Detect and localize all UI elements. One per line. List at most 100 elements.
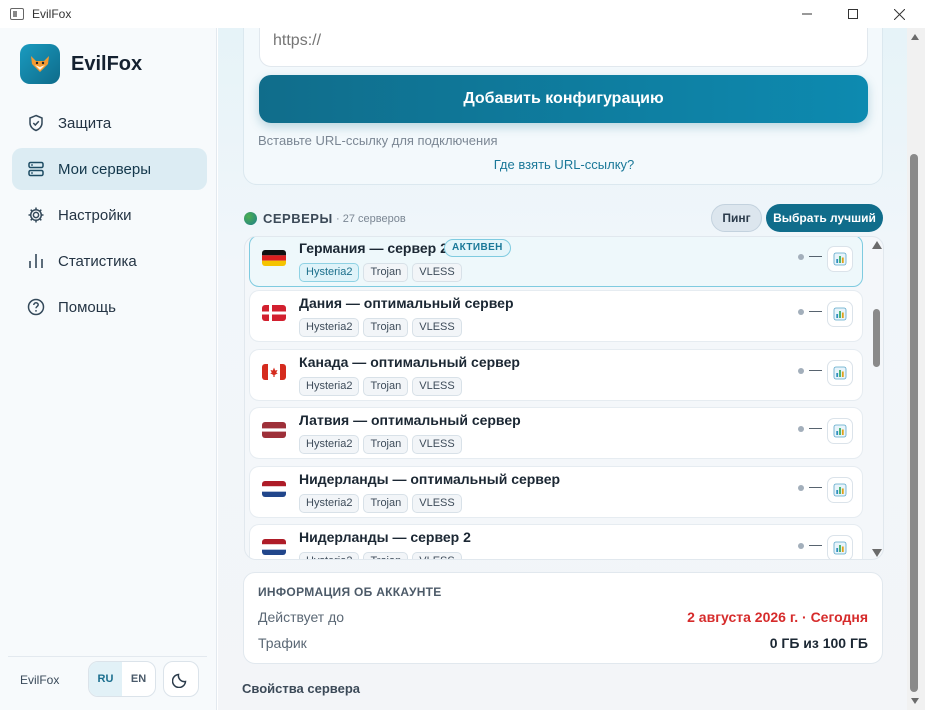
- server-stats-button[interactable]: [827, 301, 853, 327]
- server-stats-button[interactable]: [827, 246, 853, 272]
- ping-button[interactable]: Пинг: [711, 204, 762, 232]
- maximize-button[interactable]: [830, 0, 876, 28]
- gear-icon: [26, 205, 46, 225]
- protocol-tags: Hysteria2 Trojan VLESS: [299, 494, 466, 513]
- protocol-tag: Trojan: [363, 494, 409, 513]
- main-content: Добавить конфигурацию Вставьте URL-ссылк…: [218, 28, 907, 710]
- bar-chart-icon: [833, 252, 847, 266]
- scroll-down-icon[interactable]: [872, 549, 882, 557]
- protocol-tag: Trojan: [363, 435, 409, 454]
- server-stats-button[interactable]: [827, 477, 853, 503]
- server-list: Германия — сервер 2 АКТИВЕН Hysteria2 Tr…: [244, 236, 884, 560]
- sidebar-item-label: Статистика: [58, 252, 137, 270]
- bar-chart-icon: [833, 483, 847, 497]
- server-stats-button[interactable]: [827, 418, 853, 444]
- server-properties-link[interactable]: Свойства сервера: [242, 681, 360, 696]
- theme-toggle-button[interactable]: [163, 661, 199, 697]
- brand-name: EvilFox: [71, 52, 143, 75]
- protocol-tag: Hysteria2: [299, 494, 360, 513]
- add-config-button[interactable]: Добавить конфигурацию: [259, 75, 868, 123]
- sidebar-item-label: Помощь: [58, 298, 116, 316]
- active-badge: АКТИВЕН: [444, 239, 511, 257]
- sidebar-item-protection[interactable]: Защита: [12, 102, 207, 144]
- server-row[interactable]: Нидерланды — оптимальный сервер Hysteria…: [249, 466, 863, 518]
- flag-nl-icon: [262, 539, 286, 555]
- server-icon: [26, 159, 46, 179]
- bar-chart-icon: [833, 541, 847, 555]
- server-row[interactable]: Канада — оптимальный сервер Hysteria2 Tr…: [249, 349, 863, 401]
- scroll-thumb[interactable]: [873, 309, 880, 367]
- sidebar-item-label: Защита: [58, 114, 112, 132]
- protocol-tag: Hysteria2: [299, 377, 360, 396]
- account-info-title: ИНФОРМАЦИЯ ОБ АККАУНТЕ: [258, 585, 442, 599]
- valid-until-value: 2 августа 2026 г. · Сегодня: [687, 609, 868, 625]
- protocol-tag: VLESS: [412, 377, 462, 396]
- server-name: Нидерланды — сервер 2: [299, 529, 471, 545]
- shield-icon: [26, 113, 46, 133]
- close-button[interactable]: [876, 0, 922, 28]
- sidebar-item-my-servers[interactable]: Мои серверы: [12, 148, 207, 190]
- language-switcher: RU EN: [88, 661, 156, 697]
- protocol-tag: Hysteria2: [299, 263, 360, 282]
- protocol-tag: Trojan: [363, 552, 409, 559]
- server-stats-button[interactable]: [827, 360, 853, 386]
- window-scrollbar[interactable]: [907, 28, 925, 710]
- ping-status-dot: [798, 485, 804, 491]
- sidebar-item-settings[interactable]: Настройки: [12, 194, 207, 236]
- minimize-button[interactable]: [784, 0, 830, 28]
- sidebar-footer: EvilFox RU EN: [8, 656, 207, 710]
- lang-ru-button[interactable]: RU: [89, 662, 122, 696]
- brand: EvilFox: [20, 44, 142, 84]
- minimize-icon: [802, 13, 812, 15]
- servers-count: · 27 серверов: [336, 213, 406, 225]
- server-row[interactable]: Дания — оптимальный сервер Hysteria2 Tro…: [249, 290, 863, 342]
- lang-en-button[interactable]: EN: [122, 662, 155, 696]
- help-circle-icon: [26, 297, 46, 317]
- globe-icon: [244, 212, 257, 225]
- scroll-down-icon[interactable]: [911, 698, 919, 704]
- fox-logo-icon: [20, 44, 60, 84]
- footer-brand: EvilFox: [20, 673, 60, 687]
- server-name: Германия — сервер 2: [299, 240, 448, 256]
- protocol-tag: Trojan: [363, 377, 409, 396]
- traffic-value: 0 ГБ из 100 ГБ: [769, 635, 868, 651]
- server-row[interactable]: Германия — сервер 2 АКТИВЕН Hysteria2 Tr…: [249, 237, 863, 287]
- server-name: Дания — оптимальный сервер: [299, 295, 514, 311]
- traffic-label: Трафик: [258, 635, 307, 651]
- config-card: Добавить конфигурацию Вставьте URL-ссылк…: [243, 28, 883, 185]
- moon-icon: [172, 673, 187, 688]
- protocol-tags: Hysteria2 Trojan VLESS: [299, 435, 466, 454]
- scroll-up-icon[interactable]: [911, 34, 919, 40]
- bar-chart-icon: [833, 424, 847, 438]
- servers-header: СЕРВЕРЫ · 27 серверов Пинг Выбрать лучши…: [244, 204, 884, 232]
- protocol-tag: VLESS: [412, 494, 462, 513]
- ping-status-dot: [798, 543, 804, 549]
- url-input[interactable]: [259, 28, 868, 67]
- protocol-tag: VLESS: [412, 435, 462, 454]
- server-row[interactable]: Нидерланды — сервер 2 Hysteria2 Trojan V…: [249, 524, 863, 559]
- protocol-tag: Hysteria2: [299, 318, 360, 337]
- scroll-thumb[interactable]: [910, 154, 918, 692]
- choose-best-button[interactable]: Выбрать лучший: [766, 204, 883, 232]
- protocol-tag: Trojan: [363, 263, 409, 282]
- server-row[interactable]: Латвия — оптимальный сервер Hysteria2 Tr…: [249, 407, 863, 459]
- ping-value: —: [809, 303, 822, 318]
- scroll-up-icon[interactable]: [872, 241, 882, 249]
- protocol-tags: Hysteria2 Trojan VLESS: [299, 318, 466, 337]
- ping-value: —: [809, 479, 822, 494]
- ping-value: —: [809, 420, 822, 435]
- bar-chart-icon: [833, 307, 847, 321]
- server-stats-button[interactable]: [827, 535, 853, 559]
- flag-dk-icon: [262, 305, 286, 321]
- server-list-scrollbar[interactable]: [870, 237, 883, 559]
- server-name: Канада — оптимальный сервер: [299, 354, 520, 370]
- flag-ca-icon: [262, 364, 286, 380]
- url-help-link[interactable]: Где взять URL-ссылку?: [244, 157, 884, 172]
- protocol-tag: Trojan: [363, 318, 409, 337]
- sidebar-nav: Защита Мои серверы Настройки Статистика …: [12, 102, 207, 332]
- ping-value: —: [809, 537, 822, 552]
- bar-chart-icon: [26, 251, 46, 271]
- sidebar-item-help[interactable]: Помощь: [12, 286, 207, 328]
- sidebar-item-statistics[interactable]: Статистика: [12, 240, 207, 282]
- maximize-icon: [848, 9, 858, 19]
